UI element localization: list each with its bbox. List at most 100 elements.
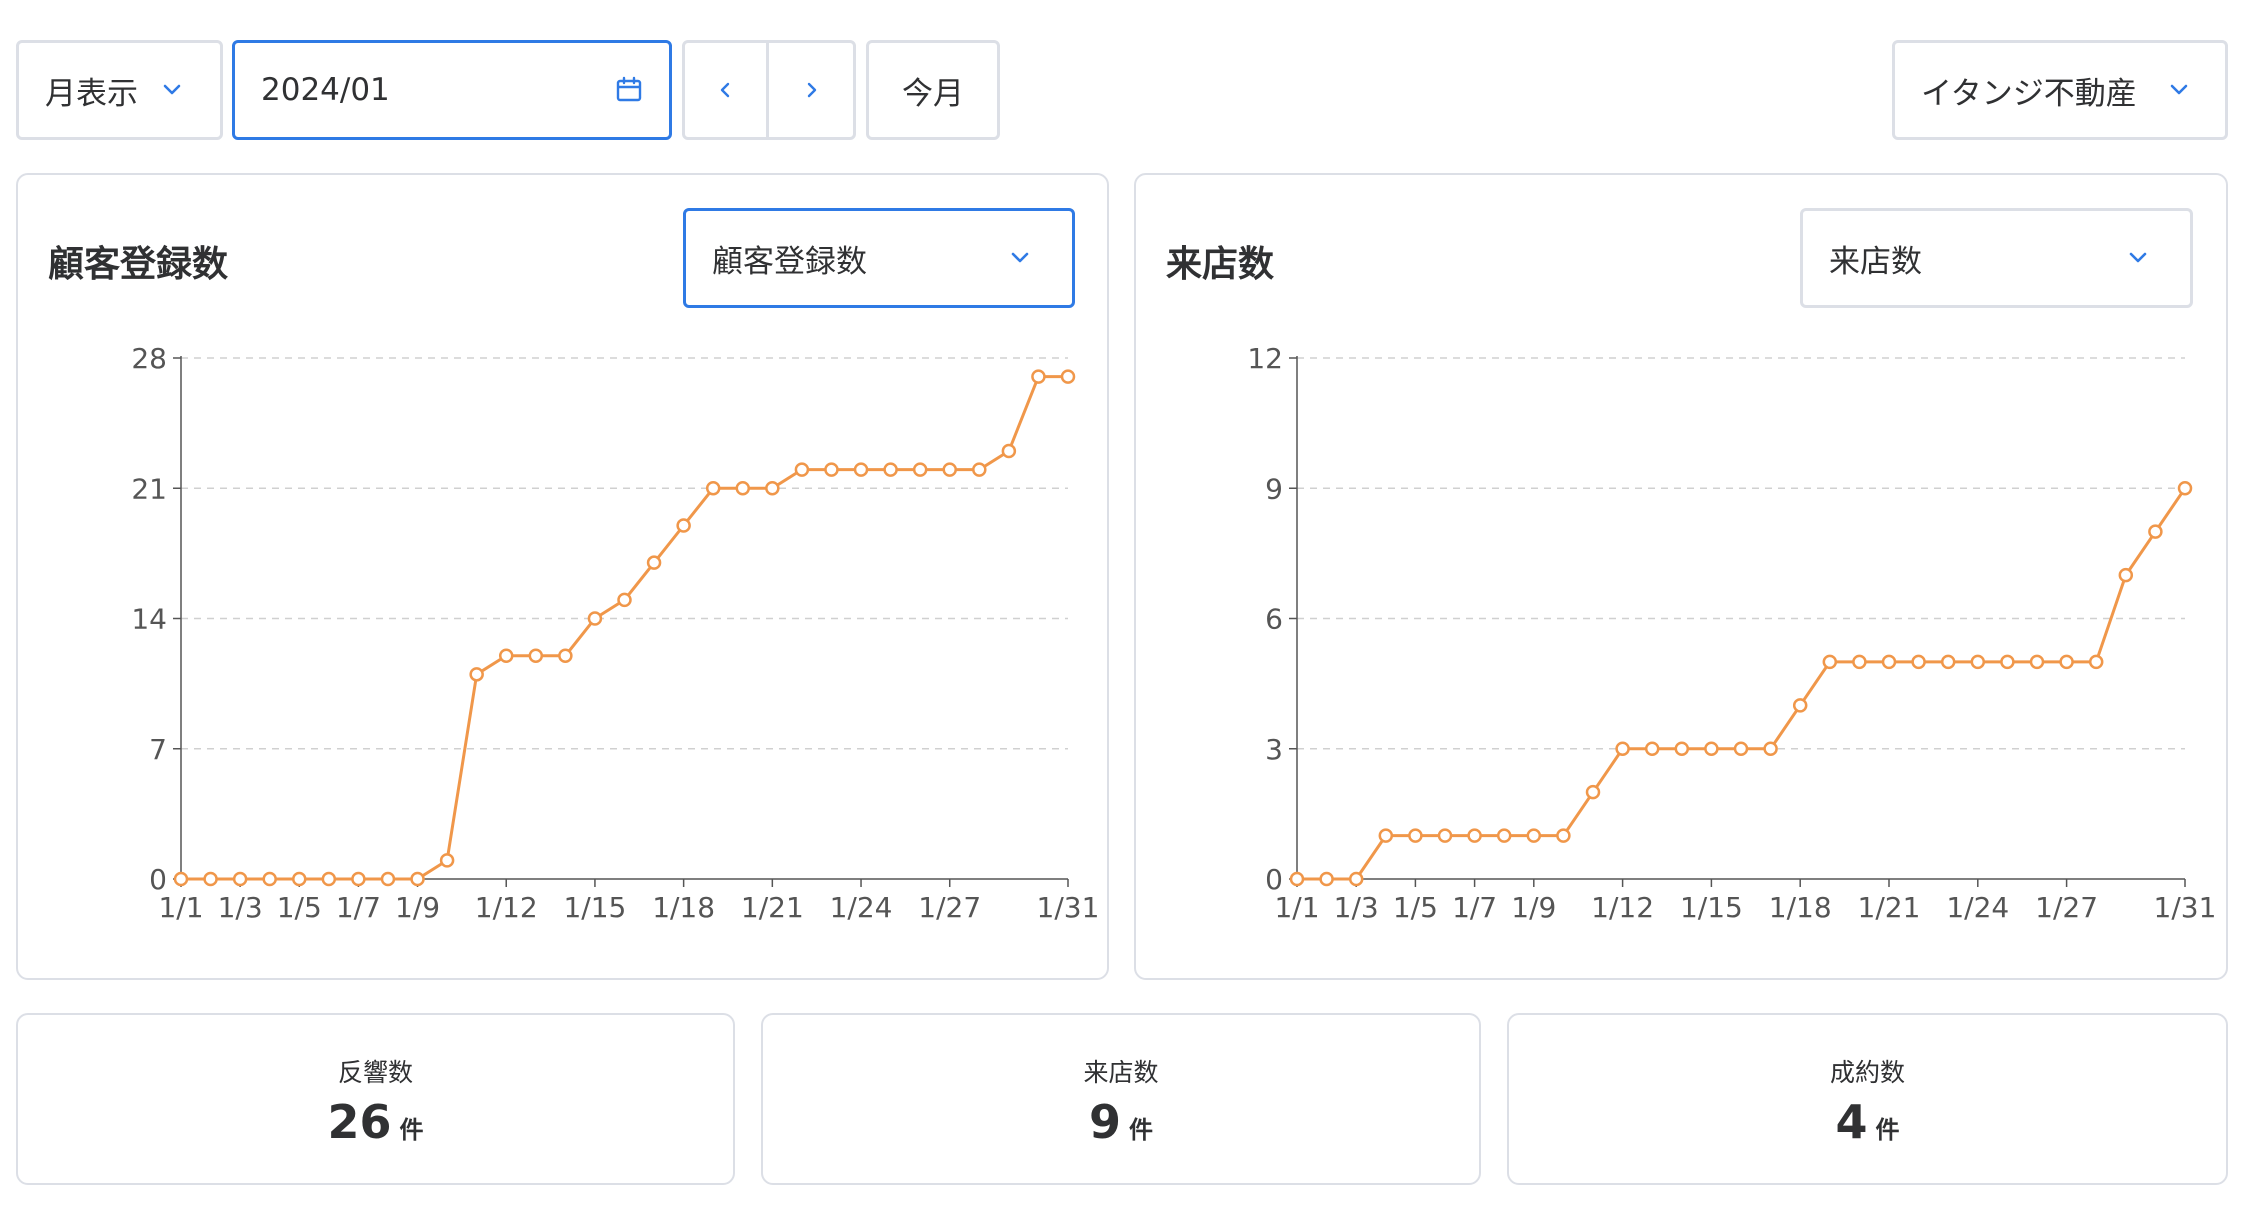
view-mode-select[interactable]: 月表示 — [16, 40, 223, 140]
x-tick-label: 1/27 — [2035, 891, 2098, 924]
this-month-button[interactable]: 今月 — [866, 40, 1000, 140]
data-point — [1674, 741, 1690, 756]
data-point — [1378, 828, 1394, 843]
customer-registration-line-chart: 071421281/1 1/3 1/5 1/7 1/9 1/12 1/15 1/18 1/21 1… — [131, 342, 1099, 924]
x-tick-label: 1/24 — [1946, 891, 2009, 924]
view-mode-value: 月表示 — [45, 75, 138, 112]
data-point — [1556, 828, 1571, 843]
data-point — [765, 481, 780, 496]
data-point — [2029, 654, 2045, 670]
data-point — [942, 462, 957, 477]
next-month-button[interactable] — [769, 43, 853, 137]
data-point — [2177, 481, 2193, 496]
stat-unit: 件 — [1129, 1116, 1153, 1144]
data-point — [439, 853, 455, 868]
x-tick-label: 1/15 — [1680, 891, 1743, 924]
data-point — [2088, 654, 2104, 670]
stat-card-visits: 来店数 9 件 — [761, 1013, 1481, 1185]
x-tick-label: 1/9 — [1511, 891, 1556, 924]
data-point — [1704, 741, 1719, 756]
data-point — [528, 648, 544, 663]
data-point — [2000, 654, 2015, 670]
data-point — [1792, 698, 1808, 713]
data-point — [1496, 828, 1512, 843]
chevron-down-icon — [163, 84, 181, 95]
data-point — [676, 518, 691, 533]
data-point — [824, 462, 839, 477]
data-point — [972, 462, 987, 477]
data-point — [1881, 654, 1897, 670]
stat-card-contracts: 成約数 4 件 — [1507, 1013, 2228, 1185]
stat-unit: 件 — [1875, 1116, 1900, 1144]
stat-number: 4 — [1835, 1095, 1868, 1149]
data-point — [853, 462, 869, 477]
month-nav-group — [682, 40, 856, 140]
prev-month-button[interactable] — [685, 43, 769, 137]
data-point — [617, 592, 632, 608]
data-point — [2118, 567, 2134, 583]
x-tick-label: 1/3 — [218, 891, 263, 924]
stat-value: 4 件 — [1509, 1095, 2226, 1149]
store-select[interactable]: イタンジ不動産 — [1892, 40, 2228, 140]
calendar-icon[interactable] — [615, 76, 643, 104]
y-tick-label: 7 — [149, 733, 167, 766]
data-point — [1763, 741, 1778, 756]
x-tick-label: 1/5 — [277, 891, 322, 924]
x-tick-label: 1/15 — [563, 891, 626, 924]
data-point — [912, 462, 928, 477]
stat-number: 26 — [327, 1095, 392, 1149]
data-point — [735, 481, 751, 496]
data-point — [498, 648, 514, 663]
month-picker-input[interactable]: 2024/01 — [232, 40, 672, 140]
chevron-down-icon — [2170, 84, 2188, 95]
store-visits-card: 来店数 来店数 0 3 6 9 12 1/1 1/3 1/5 1/7 1/9 1/12 1/15 1/1… — [1134, 173, 2228, 980]
y-tick-label: 14 — [131, 603, 167, 636]
customer-registration-card: 顧客登録数 顧客登録数 0 7 14 21 28 1/1 1/3 1/5 1/7 1/9 1/12 1… — [16, 173, 1109, 980]
series-line — [181, 375, 1068, 881]
data-point — [1437, 828, 1453, 843]
x-tick-label: 1/27 — [918, 891, 981, 924]
chevron-right-icon — [807, 82, 817, 98]
data-point — [883, 462, 898, 477]
data-point — [1585, 784, 1601, 800]
x-tick-label: 1/21 — [1858, 891, 1921, 924]
data-point — [1852, 654, 1867, 670]
y-tick-label: 12 — [1247, 342, 1283, 375]
x-tick-label: 1/24 — [830, 891, 893, 924]
stat-value: 26 件 — [18, 1095, 733, 1149]
y-tick-label: 3 — [1265, 733, 1283, 766]
stat-label: 成約数 — [1829, 1058, 1905, 1087]
data-point — [1408, 828, 1423, 843]
data-point — [469, 667, 484, 682]
x-tick-label: 1/1 — [1274, 891, 1319, 924]
data-point — [203, 871, 218, 887]
data-point — [1348, 871, 1364, 887]
stat-label: 来店数 — [1083, 1058, 1159, 1087]
data-point — [1822, 654, 1838, 670]
x-tick-label: 1/5 — [1393, 891, 1438, 924]
data-point — [1526, 828, 1542, 843]
data-point — [2059, 654, 2074, 670]
x-tick-label: 1/7 — [1452, 891, 1497, 924]
x-tick-label: 1/3 — [1334, 891, 1379, 924]
data-point — [1060, 369, 1076, 384]
this-month-label: 今月 — [902, 75, 964, 112]
data-point — [1467, 828, 1482, 843]
data-point — [351, 871, 366, 887]
stat-value: 9 件 — [763, 1095, 1479, 1149]
data-point — [321, 871, 337, 887]
data-point — [380, 871, 396, 887]
data-point — [292, 871, 307, 887]
stat-label: 反響数 — [337, 1058, 413, 1087]
x-tick-label: 1/18 — [652, 891, 715, 924]
data-point — [232, 871, 248, 887]
data-point — [1615, 741, 1630, 756]
data-point — [558, 648, 573, 663]
data-point — [410, 871, 425, 887]
month-picker-value: 2024/01 — [261, 72, 390, 108]
x-tick-label: 1/1 — [158, 891, 203, 924]
data-point — [1940, 654, 1956, 670]
data-point — [1319, 871, 1334, 887]
x-tick-label: 1/9 — [395, 891, 440, 924]
data-point — [173, 871, 189, 887]
